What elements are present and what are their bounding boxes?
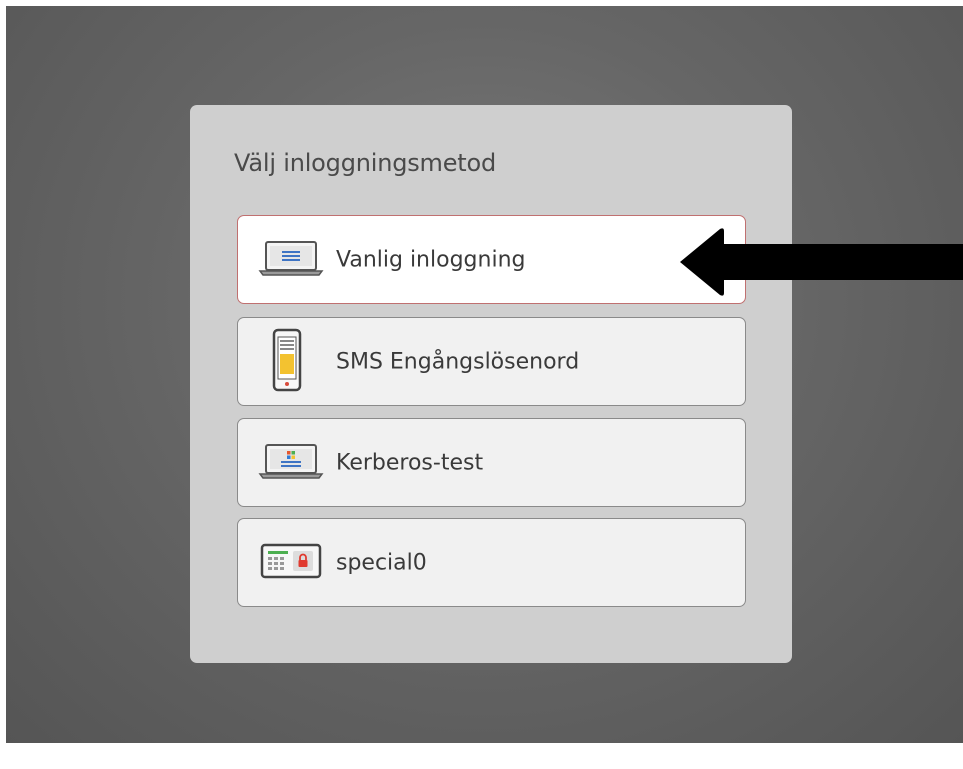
- method-sms-engangslosenord-button[interactable]: SMS Engångslösenord: [237, 317, 746, 406]
- keypad-lock-icon: [260, 542, 322, 584]
- method-label: SMS Engångslösenord: [336, 349, 580, 374]
- method-kerberos-test-button[interactable]: Kerberos-test: [237, 418, 746, 507]
- method-label: Kerberos-test: [336, 450, 484, 475]
- method-vanlig-inloggning-button[interactable]: Vanlig inloggning: [237, 215, 746, 304]
- arrow-left-icon: [680, 228, 963, 296]
- method-label: Vanlig inloggning: [336, 247, 526, 272]
- laptop-windows-icon: [258, 442, 324, 484]
- panel-title: Välj inloggningsmetod: [234, 149, 497, 177]
- method-label: special0: [336, 550, 427, 575]
- login-method-panel: Välj inloggningsmetod Vanlig inloggning: [190, 105, 792, 663]
- phone-icon: [272, 328, 302, 396]
- method-special0-button[interactable]: special0: [237, 518, 746, 607]
- laptop-icon: [258, 239, 324, 281]
